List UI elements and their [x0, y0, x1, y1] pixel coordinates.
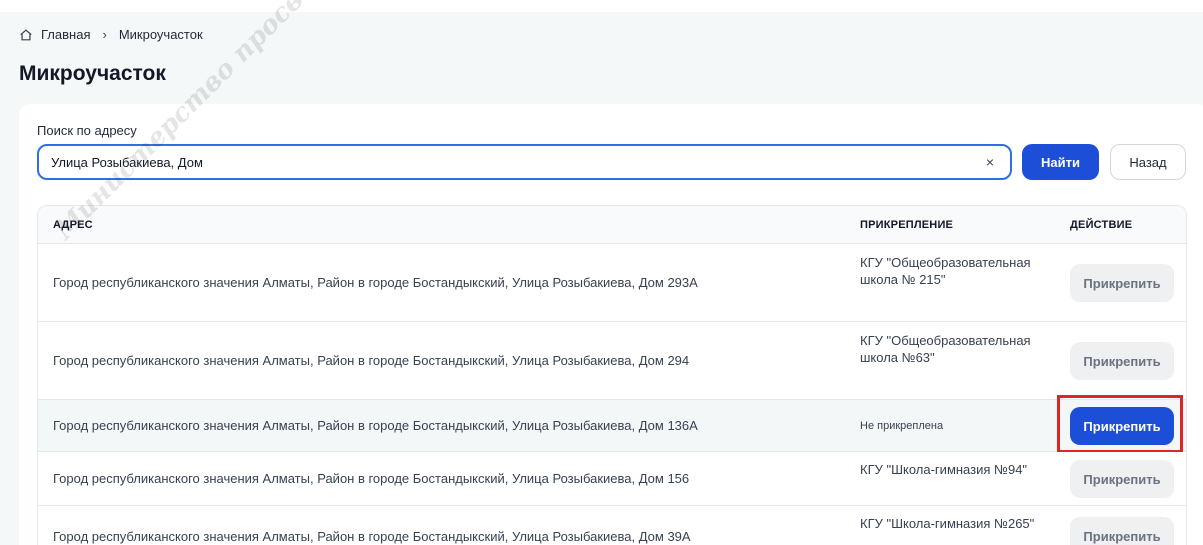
- page-background: Главная › Микроучасток Микроучасток Поис…: [0, 12, 1203, 545]
- address-table: АДРЕС ПРИКРЕПЛЕНИЕ ДЕЙСТВИЕ Город респуб…: [37, 205, 1187, 545]
- attach-button-active[interactable]: Прикрепить: [1070, 407, 1174, 445]
- attach-button[interactable]: Прикрепить: [1070, 517, 1174, 545]
- table-row: Город республиканского значения Алматы, …: [38, 452, 1186, 506]
- home-icon[interactable]: [19, 28, 33, 42]
- header-address: АДРЕС: [53, 219, 93, 231]
- row-attachment: КГУ "Школа-гимназия №94": [860, 462, 1028, 477]
- search-label: Поиск по адресу: [37, 123, 137, 138]
- row-attachment: КГУ "Общеобразовательная школа №63": [860, 333, 1031, 365]
- attach-button[interactable]: Прикрепить: [1070, 342, 1174, 380]
- row-address: Город республиканского значения Алматы, …: [53, 353, 690, 368]
- page-title: Микроучасток: [19, 62, 166, 85]
- breadcrumb-home[interactable]: Главная: [41, 27, 90, 42]
- row-attachment: Не прикреплена: [860, 420, 944, 432]
- table-row: Город республиканского значения Алматы, …: [38, 395, 1186, 453]
- find-button[interactable]: Найти: [1022, 144, 1099, 180]
- table-row: Город республиканского значения Алматы, …: [38, 322, 1186, 400]
- breadcrumb: Главная › Микроучасток: [19, 27, 203, 42]
- table-row: Город республиканского значения Алматы, …: [38, 244, 1186, 322]
- header-action: ДЕЙСТВИЕ: [1070, 219, 1133, 231]
- attach-button[interactable]: Прикрепить: [1070, 460, 1174, 498]
- row-address: Город республиканского значения Алматы, …: [53, 529, 691, 544]
- row-address: Город республиканского значения Алматы, …: [53, 418, 698, 433]
- breadcrumb-separator: ›: [102, 27, 107, 42]
- table-row: Город республиканского значения Алматы, …: [38, 506, 1186, 545]
- row-address: Город республиканского значения Алматы, …: [53, 275, 698, 290]
- clear-icon[interactable]: ×: [982, 154, 998, 170]
- search-input[interactable]: [51, 154, 982, 170]
- table-header: АДРЕС ПРИКРЕПЛЕНИЕ ДЕЙСТВИЕ: [38, 206, 1186, 244]
- back-button[interactable]: Назад: [1110, 144, 1186, 180]
- row-address: Город республиканского значения Алматы, …: [53, 471, 690, 486]
- attach-button[interactable]: Прикрепить: [1070, 264, 1174, 302]
- row-attachment: КГУ "Общеобразовательная школа № 215": [860, 255, 1031, 287]
- content-card: Поиск по адресу × Найти Назад АДРЕС ПРИК…: [19, 104, 1203, 545]
- row-attachment: КГУ "Школа-гимназия №265": [860, 516, 1035, 531]
- breadcrumb-current: Микроучасток: [118, 27, 203, 42]
- header-attachment: ПРИКРЕПЛЕНИЕ: [860, 219, 954, 231]
- search-box: ×: [37, 144, 1012, 180]
